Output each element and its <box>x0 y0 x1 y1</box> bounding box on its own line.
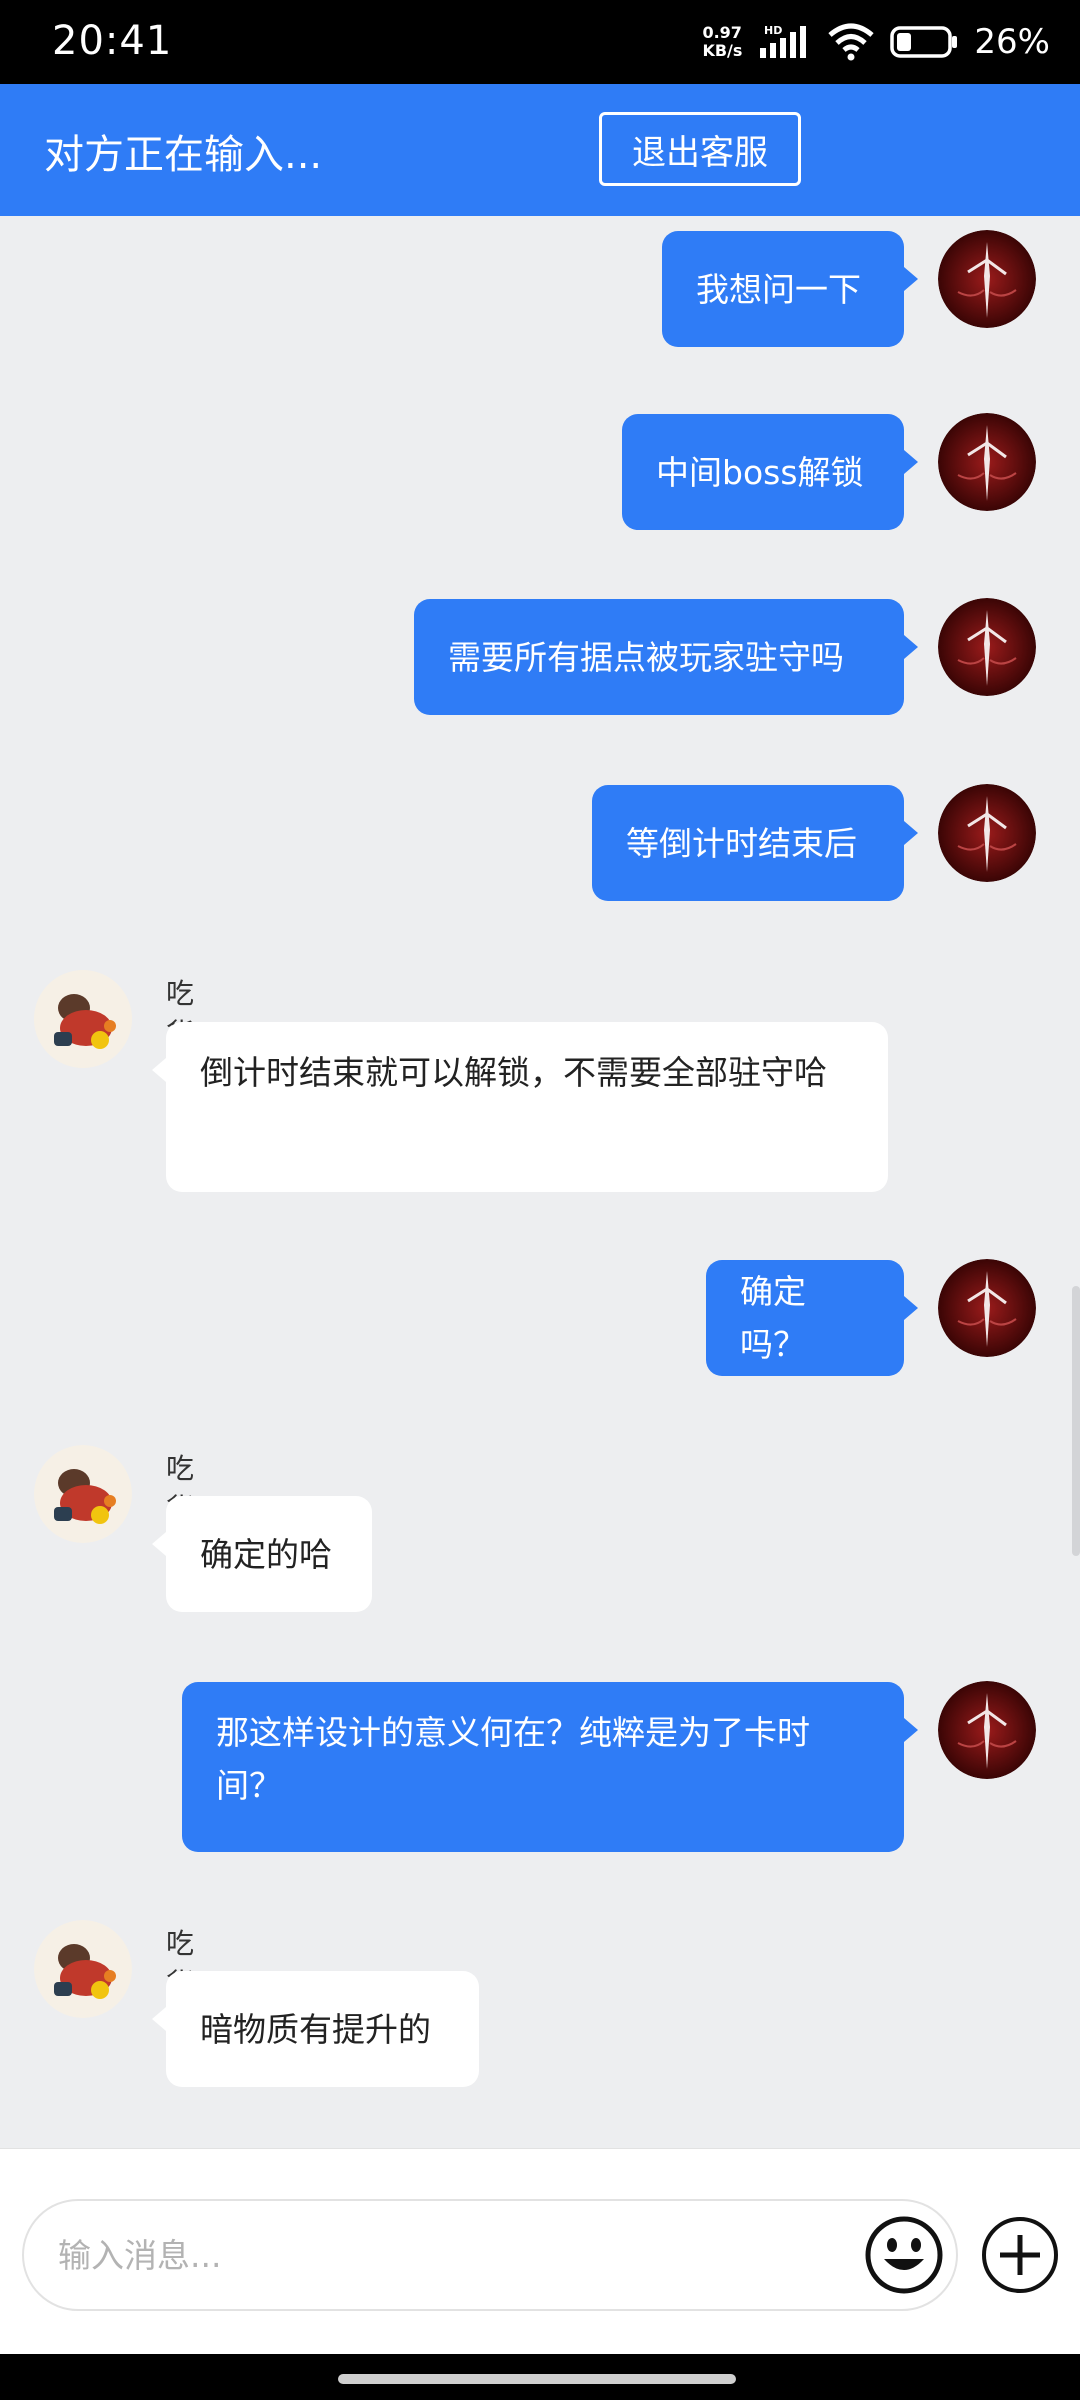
status-bar: 20:41 0.97 KB/s HD 26% <box>0 0 1080 84</box>
my-avatar[interactable] <box>938 413 1036 511</box>
message-text: 那这样设计的意义何在？纯粹是为了卡时间？ <box>216 1713 810 1805</box>
battery-icon <box>890 26 958 58</box>
agent-avatar[interactable] <box>34 1920 132 2018</box>
incoming-bubble[interactable]: 暗物质有提升的 <box>152 1971 479 2087</box>
my-avatar[interactable] <box>938 1259 1036 1357</box>
message-text: 确定吗？ <box>740 1272 806 1364</box>
emoji-icon[interactable] <box>864 2215 944 2295</box>
typing-status-title: 对方正在输入... <box>44 132 323 178</box>
my-avatar[interactable] <box>938 230 1036 328</box>
my-avatar[interactable] <box>938 784 1036 882</box>
home-handle[interactable] <box>338 2374 736 2384</box>
outgoing-bubble[interactable]: 确定吗？ <box>706 1260 918 1376</box>
outgoing-bubble[interactable]: 需要所有据点被玩家驻守吗 <box>414 599 918 715</box>
outgoing-bubble[interactable]: 等倒计时结束后 <box>592 785 918 901</box>
agent-avatar[interactable] <box>34 970 132 1068</box>
my-avatar[interactable] <box>938 598 1036 696</box>
message-text: 需要所有据点被玩家驻守吗 <box>448 637 844 677</box>
agent-avatar[interactable] <box>34 1445 132 1543</box>
incoming-bubble[interactable]: 确定的哈 <box>152 1496 372 1612</box>
network-speed-value: 0.97 <box>702 23 742 42</box>
my-avatar[interactable] <box>938 1681 1036 1779</box>
chat-header: 对方正在输入... 退出客服 <box>0 84 1080 216</box>
network-speed-unit: KB/s <box>702 41 743 60</box>
wifi-icon <box>828 23 875 61</box>
battery-percent: 26% <box>974 22 1050 62</box>
signal-icon: HD <box>760 24 807 58</box>
message-text: 倒计时结束就可以解锁，不需要全部驻守哈 <box>200 1053 827 1092</box>
plus-icon[interactable] <box>980 2215 1060 2295</box>
message-list[interactable]: 我想问一下 中间boss解锁 需要所有据点被玩家驻守吗 等倒计时结束后 吃 倒计… <box>0 216 1080 2148</box>
network-speed: 0.97 KB/s <box>702 24 742 60</box>
message-text: 确定的哈 <box>200 1534 332 1574</box>
outgoing-bubble[interactable]: 中间boss解锁 <box>622 414 918 530</box>
status-icons: 0.97 KB/s HD 26% <box>702 20 1050 64</box>
gesture-nav-bar <box>0 2354 1080 2400</box>
message-text: 等倒计时结束后 <box>626 823 857 863</box>
outgoing-bubble[interactable]: 那这样设计的意义何在？纯粹是为了卡时间？ <box>182 1682 918 1852</box>
clock: 20:41 <box>52 18 173 64</box>
exit-support-button[interactable]: 退出客服 <box>599 112 801 186</box>
scrollbar[interactable] <box>1072 1286 1080 1556</box>
message-text: 我想问一下 <box>696 269 861 309</box>
outgoing-bubble[interactable]: 我想问一下 <box>662 231 918 347</box>
message-input[interactable] <box>22 2199 958 2311</box>
input-bar <box>0 2148 1080 2355</box>
network-badge: HD <box>764 24 782 37</box>
incoming-bubble[interactable]: 倒计时结束就可以解锁，不需要全部驻守哈 <box>152 1022 888 1192</box>
message-text: 暗物质有提升的 <box>200 2009 431 2049</box>
message-text: 中间boss解锁 <box>656 452 864 492</box>
